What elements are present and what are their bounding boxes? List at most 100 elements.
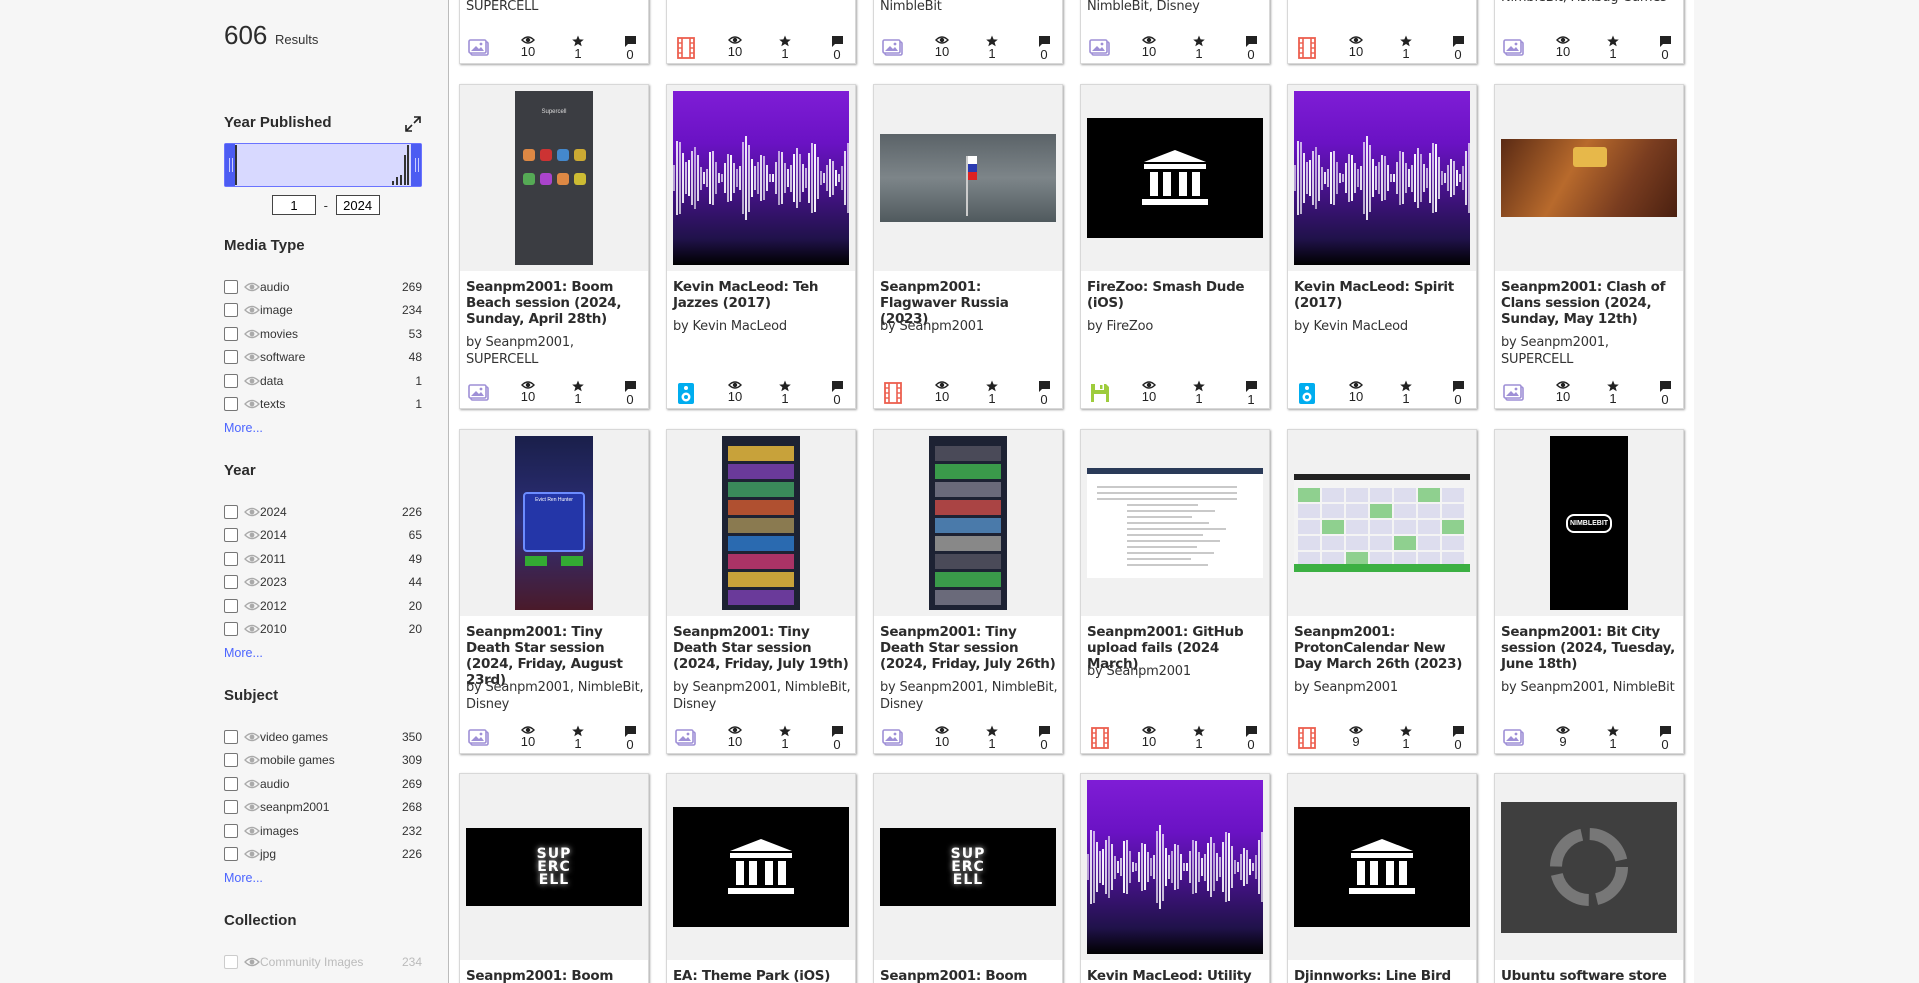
result-card[interactable]: NimbleBit 10 1 0 [873, 0, 1063, 64]
subject-more-link[interactable]: More... [224, 871, 263, 885]
card-thumbnail[interactable] [1288, 85, 1476, 271]
checkbox[interactable] [224, 622, 238, 637]
checkbox[interactable] [224, 279, 238, 294]
card-thumbnail[interactable] [1081, 430, 1269, 616]
image-icon[interactable] [1089, 37, 1111, 59]
card-thumbnail[interactable] [667, 774, 855, 960]
card-thumbnail[interactable] [874, 430, 1062, 616]
card-thumbnail[interactable]: SUP ERC ELL [460, 774, 648, 960]
result-card[interactable]: Seanpm2001: Flagwaver Russia (2023) by Se… [873, 84, 1063, 409]
card-thumbnail[interactable]: NIMBLEBIT [1495, 430, 1683, 616]
facet-item-media-type[interactable]: software 48 [224, 346, 422, 370]
floppy-disk-icon[interactable] [1089, 382, 1111, 404]
image-icon[interactable] [468, 37, 490, 59]
checkbox[interactable] [224, 528, 238, 543]
facet-item-media-type[interactable]: image 234 [224, 299, 422, 323]
card-thumbnail[interactable]: Supercell [460, 85, 648, 271]
checkbox[interactable] [224, 729, 238, 744]
checkbox[interactable] [224, 350, 238, 365]
card-title[interactable]: Ubuntu software store [1501, 968, 1681, 983]
image-icon[interactable] [1503, 37, 1525, 59]
film-icon[interactable] [1089, 727, 1111, 749]
media-type-more-link[interactable]: More... [224, 421, 263, 435]
card-title[interactable]: Seanpm2001: Tiny Death Star session (202… [466, 624, 646, 688]
film-icon[interactable] [675, 37, 697, 59]
result-card[interactable]: Seanpm2001: ProtonCalendar New Day March… [1287, 429, 1477, 754]
year-from-input[interactable] [272, 195, 316, 215]
card-title[interactable]: Seanpm2001: Tiny Death Star session (202… [673, 624, 853, 672]
result-card[interactable]: SUPERCELL 10 1 0 [459, 0, 649, 64]
facet-item-year[interactable]: 2014 65 [224, 524, 422, 548]
card-thumbnail[interactable] [1081, 85, 1269, 271]
checkbox[interactable] [224, 504, 238, 519]
card-title[interactable]: Seanpm2001: Clash of Clans session (2024… [1501, 279, 1681, 327]
result-card[interactable]: Kevin MacLeod: Teh Jazzes (2017) by Kevin… [666, 84, 856, 409]
facet-item-subject[interactable]: images 232 [224, 819, 422, 843]
checkbox[interactable] [224, 954, 238, 969]
card-thumbnail[interactable]: Evict Ren Hunter [460, 430, 648, 616]
range-handle-right[interactable] [411, 144, 421, 186]
card-title[interactable]: Kevin MacLeod: Utility [1087, 968, 1267, 983]
result-card[interactable]: Djinnworks: Line Bird [1287, 773, 1477, 983]
card-thumbnail[interactable] [874, 85, 1062, 271]
result-card[interactable]: NIMBLEBIT Seanpm2001: Bit City session (2… [1494, 429, 1684, 754]
result-card[interactable]: 10 1 0 [1287, 0, 1477, 64]
checkbox[interactable] [224, 753, 238, 768]
card-title[interactable]: EA: Theme Park (iOS) [673, 968, 853, 983]
card-title[interactable]: Seanpm2001: ProtonCalendar New Day March… [1294, 624, 1474, 672]
film-icon[interactable] [1296, 37, 1318, 59]
card-title[interactable]: Djinnworks: Line Bird [1294, 968, 1474, 983]
checkbox[interactable] [224, 397, 238, 412]
card-title[interactable]: Kevin MacLeod: Spirit (2017) [1294, 279, 1474, 311]
facet-item-subject[interactable]: seanpm2001 268 [224, 796, 422, 820]
result-card[interactable]: Kevin MacLeod: Utility [1080, 773, 1270, 983]
result-card[interactable]: EA: Theme Park (iOS) [666, 773, 856, 983]
expand-icon[interactable] [404, 115, 422, 133]
image-icon[interactable] [882, 37, 904, 59]
year-more-link[interactable]: More... [224, 646, 263, 660]
facet-item-subject[interactable]: mobile games 309 [224, 749, 422, 773]
film-icon[interactable] [1296, 727, 1318, 749]
checkbox[interactable] [224, 823, 238, 838]
card-thumbnail[interactable] [1288, 774, 1476, 960]
year-to-input[interactable] [335, 195, 380, 215]
result-card[interactable]: Supercell Seanpm2001: Boom Beach session … [459, 84, 649, 409]
facet-item-media-type[interactable]: audio 269 [224, 275, 422, 299]
facet-item-subject[interactable]: jpg 226 [224, 843, 422, 867]
speaker-icon[interactable] [675, 382, 697, 404]
facet-item-collection[interactable]: Community Images 234 [224, 950, 422, 974]
result-card[interactable]: Seanpm2001: GitHub upload fails (2024 Ma… [1080, 429, 1270, 754]
card-title[interactable]: Seanpm2001: Boom Beach session (2024, Su… [466, 279, 646, 327]
result-card[interactable]: Ubuntu software store [1494, 773, 1684, 983]
card-thumbnail[interactable] [1495, 85, 1683, 271]
checkbox[interactable] [224, 373, 238, 388]
facet-item-media-type[interactable]: texts 1 [224, 393, 422, 417]
result-card[interactable]: Kevin MacLeod: Spirit (2017) by Kevin Mac… [1287, 84, 1477, 409]
facet-item-year[interactable]: 2011 49 [224, 547, 422, 571]
card-title[interactable]: Seanpm2001: Tiny Death Star session (202… [880, 624, 1060, 672]
result-card[interactable]: Seanpm2001: Tiny Death Star session (202… [873, 429, 1063, 754]
facet-item-year[interactable]: 2012 20 [224, 594, 422, 618]
card-title[interactable]: Seanpm2001: Boom [466, 968, 646, 983]
card-title[interactable]: Seanpm2001: Boom [880, 968, 1060, 983]
result-card[interactable]: SUP ERC ELL Seanpm2001: Boom [873, 773, 1063, 983]
card-title[interactable]: FireZoo: Smash Dude (iOS) [1087, 279, 1267, 311]
facet-item-subject[interactable]: audio 269 [224, 772, 422, 796]
result-card[interactable]: SUP ERC ELL Seanpm2001: Boom [459, 773, 649, 983]
speaker-icon[interactable] [1296, 382, 1318, 404]
checkbox[interactable] [224, 847, 238, 862]
image-icon[interactable] [675, 727, 697, 749]
result-card[interactable]: Seanpm2001: Clash of Clans session (2024… [1494, 84, 1684, 409]
range-handle-left[interactable] [225, 144, 235, 186]
checkbox[interactable] [224, 575, 238, 590]
card-title[interactable]: Kevin MacLeod: Teh Jazzes (2017) [673, 279, 853, 311]
checkbox[interactable] [224, 551, 238, 566]
card-thumbnail[interactable] [667, 85, 855, 271]
checkbox[interactable] [224, 326, 238, 341]
result-card[interactable]: NimbleBit, Disney 10 1 0 [1080, 0, 1270, 64]
card-thumbnail[interactable] [1288, 430, 1476, 616]
image-icon[interactable] [882, 727, 904, 749]
checkbox[interactable] [224, 800, 238, 815]
year-histogram[interactable] [224, 143, 422, 187]
checkbox[interactable] [224, 776, 238, 791]
